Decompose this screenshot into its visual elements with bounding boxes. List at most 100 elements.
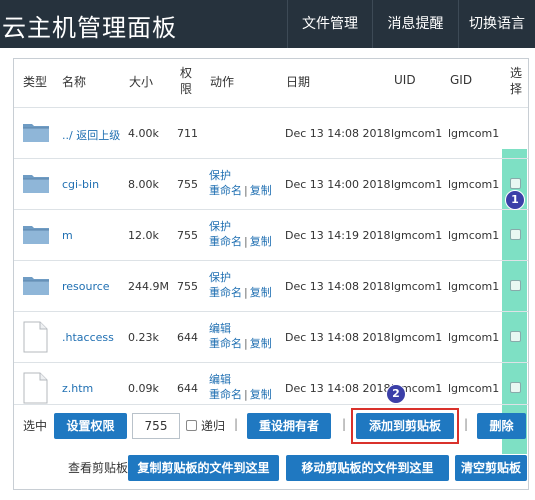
nav-language[interactable]: 切换语言: [458, 0, 535, 48]
delete-button[interactable]: 删除: [477, 413, 526, 439]
file-size: 8.00k: [128, 178, 159, 191]
action-separator: |: [244, 337, 248, 350]
file-icon: [23, 372, 48, 404]
action-protect-link[interactable]: 保护: [209, 220, 231, 233]
action-edit-link[interactable]: 编辑: [209, 322, 231, 335]
action-copy-link[interactable]: 复制: [250, 388, 272, 401]
file-size: 0.09k: [128, 382, 159, 395]
selected-label: 选中: [23, 419, 48, 433]
col-type: 类型: [23, 75, 48, 89]
col-uid: UID: [394, 73, 416, 87]
table-row: ../ 返回上级 4.00k 711 Dec 13 14:08 2018 lgmcom1…: [14, 107, 528, 159]
file-name-link[interactable]: cgi-bin: [62, 178, 99, 191]
row-select-checkbox[interactable]: [510, 382, 521, 393]
col-name: 名称: [62, 75, 87, 89]
table-row: resource 244.9M 755 Dec 13 14:08 2018 lgmcom…: [14, 260, 528, 312]
app-header: 云主机管理面板 文件管理 消息提醒 切换语言: [0, 0, 535, 48]
permission-input[interactable]: 755: [132, 413, 180, 439]
file-gid: lgmcom1: [448, 127, 500, 140]
file-size: 12.0k: [128, 229, 159, 242]
row-select-checkbox[interactable]: [510, 280, 521, 291]
file-uid: lgmcom1: [391, 178, 443, 191]
file-name-link[interactable]: .htaccess: [62, 331, 114, 344]
row-actions: 编辑重命名 | 复制: [209, 372, 272, 402]
file-name-link[interactable]: m: [62, 229, 73, 242]
set-permission-button[interactable]: 设置权限: [54, 413, 127, 439]
recursive-label: 递归: [201, 419, 226, 433]
nav-messages[interactable]: 消息提醒: [372, 0, 458, 48]
row-actions: 保护重命名 | 复制: [209, 270, 272, 300]
table-row: .htaccess 0.23k 644 Dec 13 14:08 2018 lgmcom…: [14, 311, 528, 363]
col-select: 选 择: [510, 66, 523, 96]
file-permission: 755: [177, 280, 198, 293]
row-select-checkbox[interactable]: [510, 229, 521, 240]
copy-clipboard-here-button[interactable]: 复制剪贴板的文件到这里: [128, 455, 279, 481]
app-title: 云主机管理面板: [2, 14, 177, 42]
reset-owner-button[interactable]: 重设拥有者: [247, 413, 331, 439]
action-protect-link[interactable]: 保护: [209, 271, 231, 284]
col-gid: GID: [450, 73, 473, 87]
clipboard-toolbar: 查看剪贴板 复制剪贴板的文件到这里 移动剪贴板的文件到这里 清空剪贴板: [14, 445, 528, 489]
row-select-checkbox[interactable]: [510, 178, 521, 189]
row-select-checkbox[interactable]: [510, 331, 521, 342]
file-icon: [23, 321, 48, 353]
file-gid: lgmcom1: [448, 178, 500, 191]
folder-icon: [22, 121, 50, 143]
table-row: cgi-bin 8.00k 755 Dec 13 14:00 2018 lgmcom1 l…: [14, 158, 528, 210]
action-rename-link[interactable]: 重命名: [209, 286, 242, 299]
col-size: 大小: [129, 75, 154, 89]
file-uid: lgmcom1: [391, 229, 443, 242]
file-permission: 644: [177, 331, 198, 344]
top-nav: 文件管理 消息提醒 切换语言: [287, 0, 535, 48]
action-copy-link[interactable]: 复制: [250, 286, 272, 299]
file-name-link[interactable]: resource: [62, 280, 110, 293]
toolbar-divider: |: [342, 417, 347, 431]
table-row: m 12.0k 755 Dec 13 14:19 2018 lgmcom1 lgmcom1…: [14, 209, 528, 261]
action-rename-link[interactable]: 重命名: [209, 235, 242, 248]
file-name-link-cell: resource: [62, 280, 110, 293]
file-size: 0.23k: [128, 331, 159, 344]
file-permission: 755: [177, 178, 198, 191]
file-panel: 类型 名称 大小 权 限 动作 日期 UID GID 选 择 ../ 返回上级 4…: [13, 58, 529, 490]
action-separator: |: [244, 235, 248, 248]
folder-icon: [22, 172, 50, 194]
annotation-badge-1: 1: [505, 190, 525, 210]
move-clipboard-here-button[interactable]: 移动剪贴板的文件到这里: [286, 455, 449, 481]
toolbar-divider: |: [234, 417, 239, 431]
folder-icon: [22, 223, 50, 245]
file-uid: lgmcom1: [391, 331, 443, 344]
table-header: 类型 名称 大小 权 限 动作 日期 UID GID 选 择: [14, 59, 528, 107]
action-protect-link[interactable]: 保护: [209, 169, 231, 182]
recursive-checkbox[interactable]: [186, 420, 197, 431]
action-copy-link[interactable]: 复制: [250, 235, 272, 248]
file-gid: lgmcom1: [448, 382, 500, 395]
file-permission: 711: [177, 127, 198, 140]
action-toolbar: 选中 设置权限 755 递归 | 重设拥有者 | 添加到剪贴板 | 删除: [14, 404, 528, 445]
file-name-link[interactable]: ../ 返回上级: [62, 129, 120, 142]
annotation-highlight-box: [351, 408, 459, 444]
file-date: Dec 13 14:19 2018: [285, 229, 391, 242]
action-copy-link[interactable]: 复制: [250, 184, 272, 197]
file-permission: 755: [177, 229, 198, 242]
nav-file-manager[interactable]: 文件管理: [287, 0, 372, 48]
row-actions: 编辑重命名 | 复制: [209, 321, 272, 351]
action-rename-link[interactable]: 重命名: [209, 184, 242, 197]
action-separator: |: [244, 388, 248, 401]
action-rename-link[interactable]: 重命名: [209, 388, 242, 401]
action-rename-link[interactable]: 重命名: [209, 337, 242, 350]
action-edit-link[interactable]: 编辑: [209, 373, 231, 386]
col-date: 日期: [286, 75, 311, 89]
row-actions: 保护重命名 | 复制: [209, 219, 272, 249]
file-gid: lgmcom1: [448, 331, 500, 344]
file-name-link[interactable]: z.htm: [62, 382, 93, 395]
annotation-badge-2: 2: [386, 384, 406, 404]
view-clipboard-label: 查看剪贴板: [68, 461, 129, 475]
action-separator: |: [244, 286, 248, 299]
action-copy-link[interactable]: 复制: [250, 337, 272, 350]
file-date: Dec 13 14:08 2018: [285, 127, 391, 140]
file-name-link-cell: .htaccess: [62, 331, 114, 344]
col-perm: 权 限: [180, 66, 193, 96]
clear-clipboard-button[interactable]: 清空剪贴板: [455, 455, 527, 481]
file-gid: lgmcom1: [448, 280, 500, 293]
file-gid: lgmcom1: [448, 229, 500, 242]
